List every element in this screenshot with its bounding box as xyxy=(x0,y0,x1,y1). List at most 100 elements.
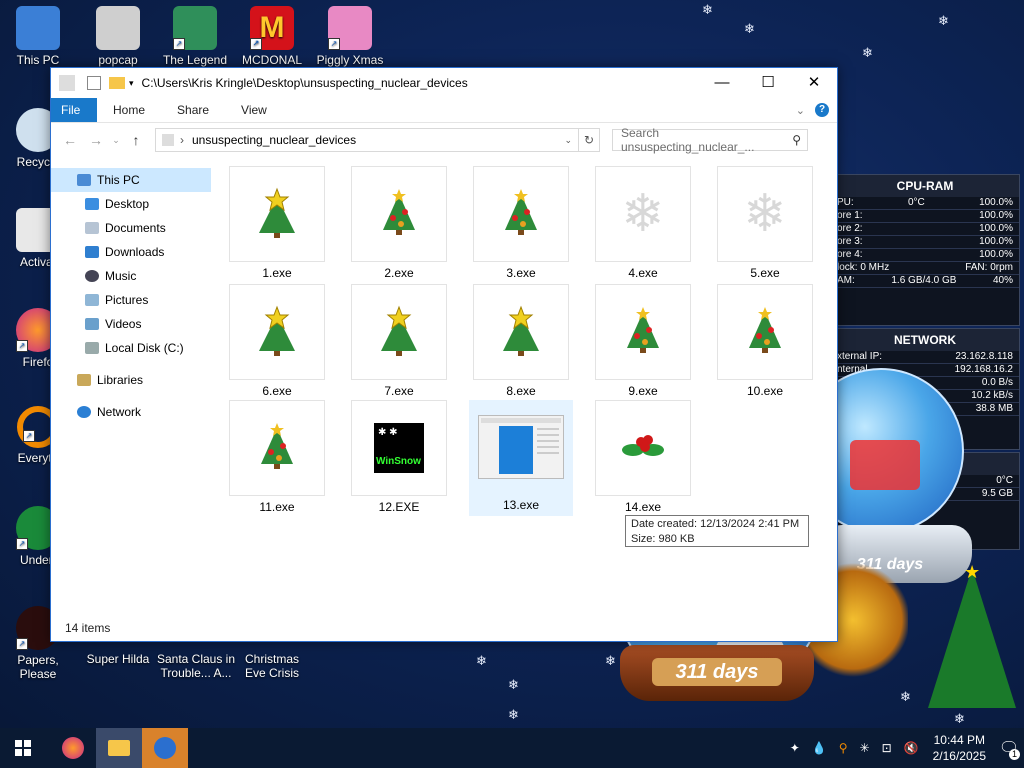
desktop-icon-santa-claus[interactable]: Santa Claus in Trouble... A... xyxy=(155,652,237,680)
maximize-button[interactable]: ☐ xyxy=(745,68,791,98)
minimize-button[interactable]: — xyxy=(699,68,745,98)
tooltip-size: Size: 980 KB xyxy=(631,533,695,545)
close-button[interactable]: ✕ xyxy=(791,68,837,98)
file-item[interactable]: 3.exe xyxy=(473,166,569,280)
tab-file[interactable]: File xyxy=(51,98,97,122)
snowflake-tray-icon[interactable]: ✳ xyxy=(860,741,870,755)
file-item[interactable]: 10.exe xyxy=(717,284,813,398)
recent-locations-icon[interactable]: ⌄ xyxy=(109,135,123,146)
desktop-icon-super-hilda[interactable]: Super Hilda xyxy=(80,652,156,666)
search-input[interactable]: Search unsuspecting_nuclear_... ⚲ xyxy=(612,126,808,154)
taskbar-firefox[interactable] xyxy=(50,728,96,768)
snowflake-icon: ❄ xyxy=(954,711,965,726)
taskbar-file-explorer[interactable] xyxy=(96,728,142,768)
row-value: 100.0% xyxy=(979,249,1013,260)
file-item[interactable]: ❄ 5.exe xyxy=(717,166,813,280)
file-thumbnail xyxy=(229,284,325,380)
row-value: FAN: 0rpm xyxy=(965,262,1013,273)
row-label: ore 1: xyxy=(837,210,863,221)
checkbox-icon[interactable] xyxy=(87,76,101,90)
address-dropdown-icon[interactable]: ⌄ xyxy=(564,135,572,146)
file-name: 4.exe xyxy=(628,266,658,280)
popcap-icon xyxy=(96,6,140,50)
nav-item-pictures[interactable]: Pictures xyxy=(51,288,211,312)
forward-arrow-icon[interactable]: → xyxy=(83,132,109,148)
start-button[interactable] xyxy=(0,728,46,768)
row-value: 40% xyxy=(992,275,1013,286)
search-tray-icon[interactable]: ⚲ xyxy=(839,741,848,755)
path-current-folder[interactable]: unsuspecting_nuclear_devices xyxy=(192,133,356,147)
snowflake-icon: ❄ xyxy=(900,689,911,704)
file-item[interactable]: 2.exe xyxy=(351,166,447,280)
nav-item-libraries[interactable]: Libraries xyxy=(51,368,211,392)
gadget-title: NETWORK xyxy=(831,329,1019,351)
nav-item-downloads[interactable]: Downloads xyxy=(51,240,211,264)
row-value: 38.8 MB xyxy=(975,403,1013,414)
file-item[interactable]: 9.exe xyxy=(595,284,691,398)
pictures-icon xyxy=(85,294,99,306)
nav-item-local-disk[interactable]: Local Disk (C:) xyxy=(51,336,211,360)
path-folder-icon xyxy=(162,134,174,146)
file-thumbnail: ❄ xyxy=(595,166,691,262)
help-icon[interactable]: ? xyxy=(815,103,829,117)
back-arrow-icon[interactable]: ← xyxy=(57,132,83,148)
row-value: 100.0% xyxy=(979,223,1013,234)
snowflake-icon: ❄ xyxy=(621,185,665,243)
file-item[interactable]: ❄ 4.exe xyxy=(595,166,691,280)
file-item[interactable]: 13.exe xyxy=(469,400,573,516)
clock[interactable]: 10:44 PM 2/16/2025 xyxy=(933,732,986,764)
desktop-icon-this-pc[interactable]: This PC xyxy=(0,6,76,67)
desktop-icon-mcdonalds[interactable]: M ↗ MCDONAL xyxy=(234,6,310,67)
desktop-icon-label: Firefo xyxy=(22,355,54,369)
star-tree-icon xyxy=(255,187,299,242)
file-item[interactable]: 1.exe xyxy=(229,166,325,280)
tab-home[interactable]: Home xyxy=(97,98,161,122)
file-item[interactable]: 14.exe xyxy=(595,400,691,514)
nav-label: Libraries xyxy=(97,373,144,387)
file-item[interactable]: 8.exe xyxy=(473,284,569,398)
desktop-icon-piggly-xmas[interactable]: ↗ Piggly Xmas xyxy=(312,6,388,67)
desktop-icon-popcap[interactable]: popcap xyxy=(80,6,156,67)
ribbon-expand-icon[interactable]: ⌄ xyxy=(796,104,805,117)
water-drop-icon[interactable]: 💧 xyxy=(812,741,827,755)
row-value: 100.0% xyxy=(979,210,1013,221)
nav-item-desktop[interactable]: Desktop xyxy=(51,192,211,216)
folder-icon[interactable] xyxy=(109,77,125,89)
volume-muted-icon[interactable]: 🔇 xyxy=(904,741,919,755)
star-icon: ★ xyxy=(964,562,981,582)
tray-app-icon[interactable]: ✦ xyxy=(790,741,800,755)
nav-item-videos[interactable]: Videos xyxy=(51,312,211,336)
desktop-icon-the-legend[interactable]: ↗ The Legend xyxy=(157,6,233,67)
nav-item-network[interactable]: Network xyxy=(51,400,211,424)
file-item[interactable]: 7.exe xyxy=(351,284,447,398)
row-value: 192.168.16.2 xyxy=(954,364,1013,375)
nav-item-music[interactable]: Music xyxy=(51,264,211,288)
tab-share[interactable]: Share xyxy=(161,98,225,122)
file-name: 12.EXE xyxy=(378,500,420,514)
up-arrow-icon[interactable]: ↑ xyxy=(123,132,149,148)
shortcut-arrow-icon: ↗ xyxy=(16,538,28,550)
ribbon-tabs: File Home Share View ⌄ ? xyxy=(51,98,837,123)
title-bar[interactable]: ▾ C:\Users\Kris Kringle\Desktop\unsuspec… xyxy=(51,68,837,98)
desktop-icon-label: Super Hilda xyxy=(86,652,150,666)
quick-access-dropdown-icon[interactable]: ▾ xyxy=(129,78,134,89)
pig-icon: ↗ xyxy=(328,6,372,50)
star-tree-icon xyxy=(499,305,543,360)
notification-center-button[interactable]: 🗨 1 xyxy=(994,728,1024,768)
app-icon xyxy=(154,737,176,759)
desktop-icon-christmas-eve-crisis[interactable]: Christmas Eve Crisis xyxy=(234,652,310,680)
row-label: AM: xyxy=(837,275,855,286)
address-bar[interactable]: › unsuspecting_nuclear_devices ⌄ xyxy=(155,128,579,152)
clock-row: lock: 0 MHz FAN: 0rpm xyxy=(831,262,1019,275)
file-item[interactable]: ✱ ✱ WinSnow 12.EXE xyxy=(351,400,447,514)
taskbar-app[interactable] xyxy=(142,728,188,768)
nav-item-documents[interactable]: Documents xyxy=(51,216,211,240)
nav-item-this-pc[interactable]: This PC xyxy=(51,168,211,192)
tab-view[interactable]: View xyxy=(225,98,283,122)
network-tray-icon[interactable]: ⊡ xyxy=(882,741,892,755)
file-item[interactable]: 6.exe xyxy=(229,284,325,398)
quick-access-icon[interactable] xyxy=(59,75,75,91)
file-name: 1.exe xyxy=(262,266,292,280)
refresh-button[interactable]: ↻ xyxy=(579,128,600,152)
file-item[interactable]: 11.exe xyxy=(229,400,325,514)
